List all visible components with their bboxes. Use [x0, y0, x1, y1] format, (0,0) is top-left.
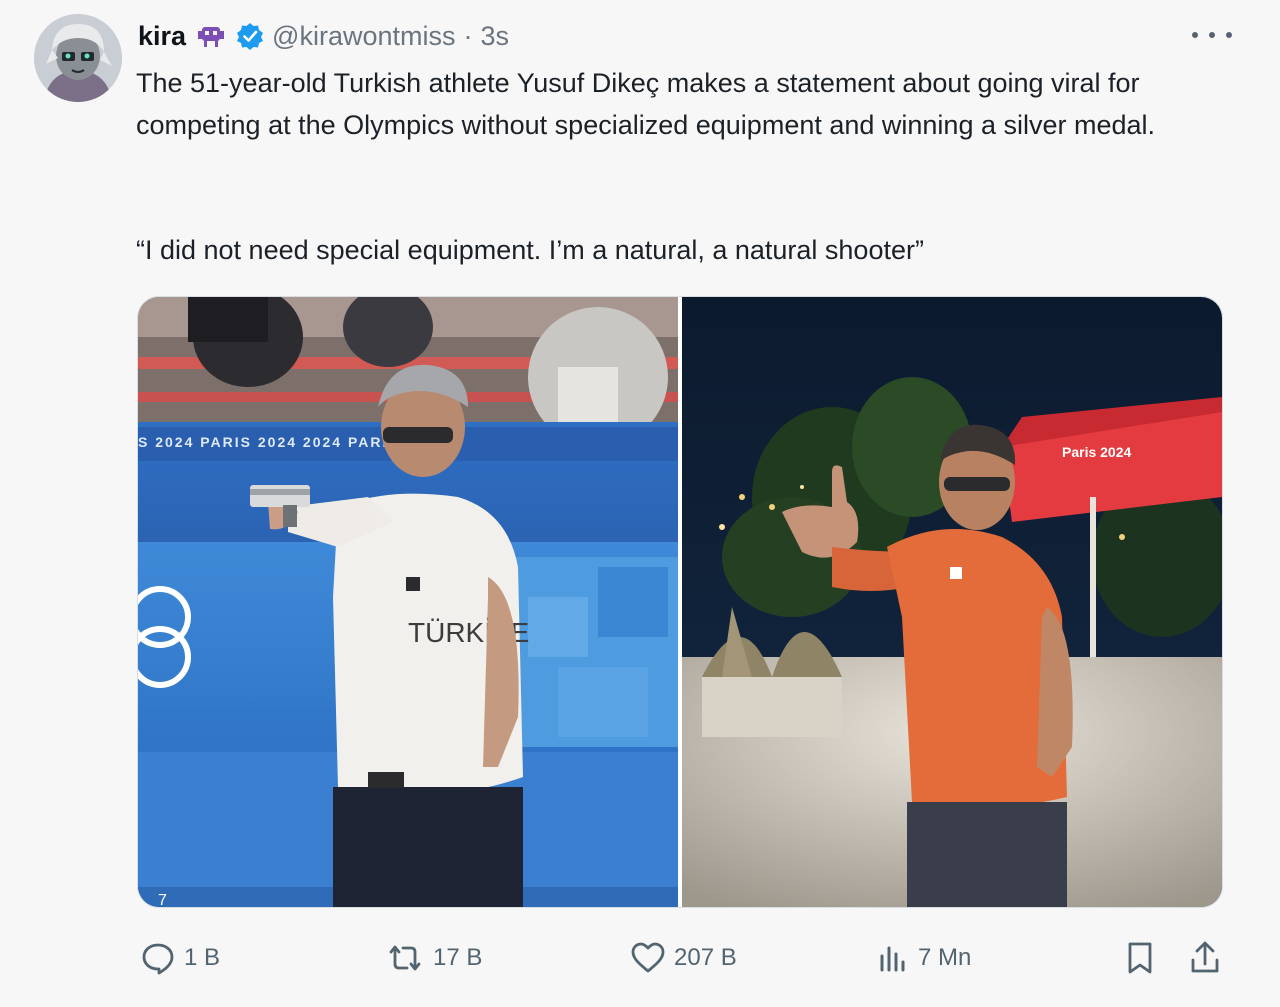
- reply-icon: [142, 943, 174, 975]
- tweet-text: The 51-year-old Turkish athlete Yusuf Di…: [136, 62, 1216, 146]
- header-separator: ·: [463, 20, 473, 51]
- views-icon: [880, 946, 905, 972]
- right-photo[interactable]: Paris 2024: [682, 297, 1222, 907]
- media-grid: S 2024 PARIS 2024 2024 PARIS 2024 7 TÜRK…: [137, 296, 1223, 908]
- alien-emoji-icon: [194, 21, 228, 51]
- shooting-range-image: S 2024 PARIS 2024 2024 PARIS 2024 7 TÜRK…: [138, 297, 678, 908]
- tweet-body: The 51-year-old Turkish athlete Yusuf Di…: [136, 68, 1156, 140]
- repost-count: 17 B: [433, 944, 483, 971]
- reply-count: 1 B: [184, 944, 221, 971]
- bookmark-button[interactable]: [1124, 938, 1156, 978]
- like-button[interactable]: 207 B: [630, 938, 737, 978]
- corner-number: 7: [158, 892, 167, 908]
- night-terrace-image: Paris 2024: [682, 297, 1222, 907]
- author-handle[interactable]: @kirawontmiss: [272, 21, 455, 52]
- share-button[interactable]: [1188, 938, 1222, 978]
- views-button[interactable]: 7 Mn: [876, 938, 971, 978]
- share-icon: [1191, 941, 1219, 973]
- like-icon: [631, 942, 665, 973]
- avatar-illustration: [34, 14, 122, 102]
- umbrella-text: Paris 2024: [1062, 444, 1131, 460]
- like-count: 207 B: [674, 944, 737, 971]
- reply-button[interactable]: 1 B: [140, 938, 220, 978]
- repost-icon: [389, 945, 421, 971]
- tweet-quote: “I did not need special equipment. I’m a…: [136, 235, 924, 265]
- verified-icon: [236, 22, 264, 50]
- bookmark-icon: [1128, 942, 1152, 974]
- repost-button[interactable]: 17 B: [385, 938, 482, 978]
- views-count: 7 Mn: [918, 944, 972, 971]
- timestamp[interactable]: 3s: [480, 21, 509, 52]
- more-icon[interactable]: [1192, 22, 1232, 48]
- author-name[interactable]: kira: [138, 21, 186, 52]
- action-bar: 1 B 17 B 207 B 7 Mn: [0, 930, 1280, 986]
- tweet-card: kira @kirawontmiss · 3s The 51-year-old …: [0, 0, 1280, 1007]
- avatar[interactable]: [34, 14, 122, 102]
- tweet-header: kira @kirawontmiss · 3s: [138, 18, 509, 54]
- left-photo[interactable]: S 2024 PARIS 2024 2024 PARIS 2024 7 TÜRK…: [138, 297, 678, 908]
